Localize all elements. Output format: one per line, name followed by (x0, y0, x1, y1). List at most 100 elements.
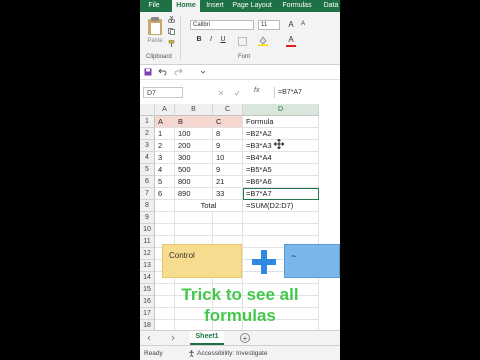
column-header-a[interactable]: A (155, 104, 175, 116)
format-painter-icon[interactable] (168, 40, 175, 47)
tab-file[interactable]: File (140, 0, 168, 12)
font-group-label: Font (238, 54, 251, 60)
cell-c2[interactable]: 8 (213, 128, 243, 140)
paste-button[interactable]: Paste (144, 16, 166, 50)
tab-home[interactable]: Home (172, 0, 200, 12)
cell-c8[interactable] (213, 200, 243, 212)
row-header[interactable]: 7 (140, 188, 155, 200)
cell-b2[interactable]: 100 (175, 128, 213, 140)
italic-button[interactable]: I (206, 36, 216, 43)
row-header[interactable]: 11 (140, 236, 155, 248)
cell-a2[interactable]: 1 (155, 128, 175, 140)
row-header[interactable]: 5 (140, 164, 155, 176)
cell-c9[interactable] (213, 212, 243, 224)
sheet-tab-sheet1[interactable]: Sheet1 (190, 331, 224, 345)
cell-a3[interactable]: 2 (155, 140, 175, 152)
cell-d1[interactable]: Formula (243, 116, 319, 128)
tab-insert[interactable]: Insert (202, 0, 228, 12)
borders-icon[interactable] (238, 37, 247, 46)
undo-icon[interactable] (158, 68, 167, 76)
cell-a4[interactable]: 3 (155, 152, 175, 164)
customize-toolbar-icon[interactable] (200, 69, 206, 75)
row-header[interactable]: 14 (140, 272, 155, 284)
row-header[interactable]: 2 (140, 128, 155, 140)
caption-line-2: formulas (204, 306, 276, 325)
enter-icon[interactable] (234, 90, 240, 96)
cell-b9[interactable] (175, 212, 213, 224)
accessibility-status[interactable]: Accessibility: Investigate (197, 346, 267, 360)
cell-b3[interactable]: 200 (175, 140, 213, 152)
cell-c4[interactable]: 10 (213, 152, 243, 164)
font-color-swatch (286, 45, 296, 47)
cut-icon[interactable] (168, 16, 175, 23)
font-color-letter: A (288, 35, 294, 44)
cell-d6[interactable]: =B6*A6 (243, 176, 319, 188)
cell-d8[interactable]: =SUM(D2:D7) (243, 200, 319, 212)
paste-label: Paste (147, 38, 163, 44)
save-icon[interactable] (144, 68, 152, 76)
cell-b1[interactable]: B (175, 116, 213, 128)
row-header[interactable]: 9 (140, 212, 155, 224)
shrink-font-button[interactable]: A (298, 21, 308, 27)
grow-font-button[interactable]: A (286, 20, 296, 29)
cell-b10[interactable] (175, 224, 213, 236)
cell-c10[interactable] (213, 224, 243, 236)
column-header-c[interactable]: C (213, 104, 243, 116)
fill-color-icon[interactable] (258, 36, 268, 46)
row-header[interactable]: 3 (140, 140, 155, 152)
copy-icon[interactable] (168, 28, 175, 35)
select-all-corner[interactable] (140, 104, 155, 116)
row-header[interactable]: 12 (140, 248, 155, 260)
cell-a7[interactable]: 6 (155, 188, 175, 200)
cell-a9[interactable] (155, 212, 175, 224)
cell-c7[interactable]: 33 (213, 188, 243, 200)
font-name-select[interactable]: Calibri (190, 20, 254, 30)
cell-c6[interactable]: 21 (213, 176, 243, 188)
cell-c5[interactable]: 9 (213, 164, 243, 176)
scroll-sheets-left-icon[interactable] (146, 335, 152, 341)
cell-b4[interactable]: 300 (175, 152, 213, 164)
move-cursor-icon (274, 139, 284, 149)
column-header-b[interactable]: B (175, 104, 213, 116)
cell-d10[interactable] (243, 224, 319, 236)
row-header[interactable]: 4 (140, 152, 155, 164)
cell-c1[interactable]: C (213, 116, 243, 128)
font-color-button[interactable]: A (286, 35, 296, 47)
cancel-icon[interactable] (218, 90, 224, 96)
add-sheet-button[interactable]: + (240, 333, 250, 343)
cell-c3[interactable]: 9 (213, 140, 243, 152)
cell-a5[interactable]: 4 (155, 164, 175, 176)
name-box[interactable]: D7 (143, 87, 183, 98)
column-header-d[interactable]: D (243, 104, 319, 116)
row-header[interactable]: 8 (140, 200, 155, 212)
tab-data[interactable]: Data (320, 0, 340, 12)
cell-b6[interactable]: 800 (175, 176, 213, 188)
cell-a1[interactable]: A (155, 116, 175, 128)
redo-icon[interactable] (174, 68, 183, 76)
formula-input[interactable]: =B7*A7 (274, 87, 338, 98)
scroll-sheets-right-icon[interactable] (170, 335, 176, 341)
excel-window: File Home Insert Page Layout Formulas Da… (140, 0, 340, 360)
tab-formulas[interactable]: Formulas (278, 0, 316, 12)
cell-b5[interactable]: 500 (175, 164, 213, 176)
insert-function-button[interactable]: fx (254, 87, 259, 94)
cell-b7[interactable]: 890 (175, 188, 213, 200)
underline-button[interactable]: U (218, 36, 228, 43)
cell-d5[interactable]: =B5*A5 (243, 164, 319, 176)
cell-a10[interactable] (155, 224, 175, 236)
cell-d9[interactable] (243, 212, 319, 224)
accessibility-icon (189, 350, 194, 357)
row-header[interactable]: 1 (140, 116, 155, 128)
cell-d4[interactable]: =B4*A4 (243, 152, 319, 164)
row-header[interactable]: 6 (140, 176, 155, 188)
caption: Trick to see all formulas (140, 284, 340, 326)
font-size-select[interactable]: 11 (258, 20, 280, 30)
row-header[interactable]: 10 (140, 224, 155, 236)
row-header[interactable]: 13 (140, 260, 155, 272)
clipboard-icon (148, 17, 162, 35)
cell-a6[interactable]: 5 (155, 176, 175, 188)
cell-a8[interactable] (155, 200, 175, 212)
tab-page-layout[interactable]: Page Layout (230, 0, 274, 12)
bold-button[interactable]: B (194, 36, 204, 43)
sheet-tab-bar: Sheet1 + (140, 330, 340, 345)
